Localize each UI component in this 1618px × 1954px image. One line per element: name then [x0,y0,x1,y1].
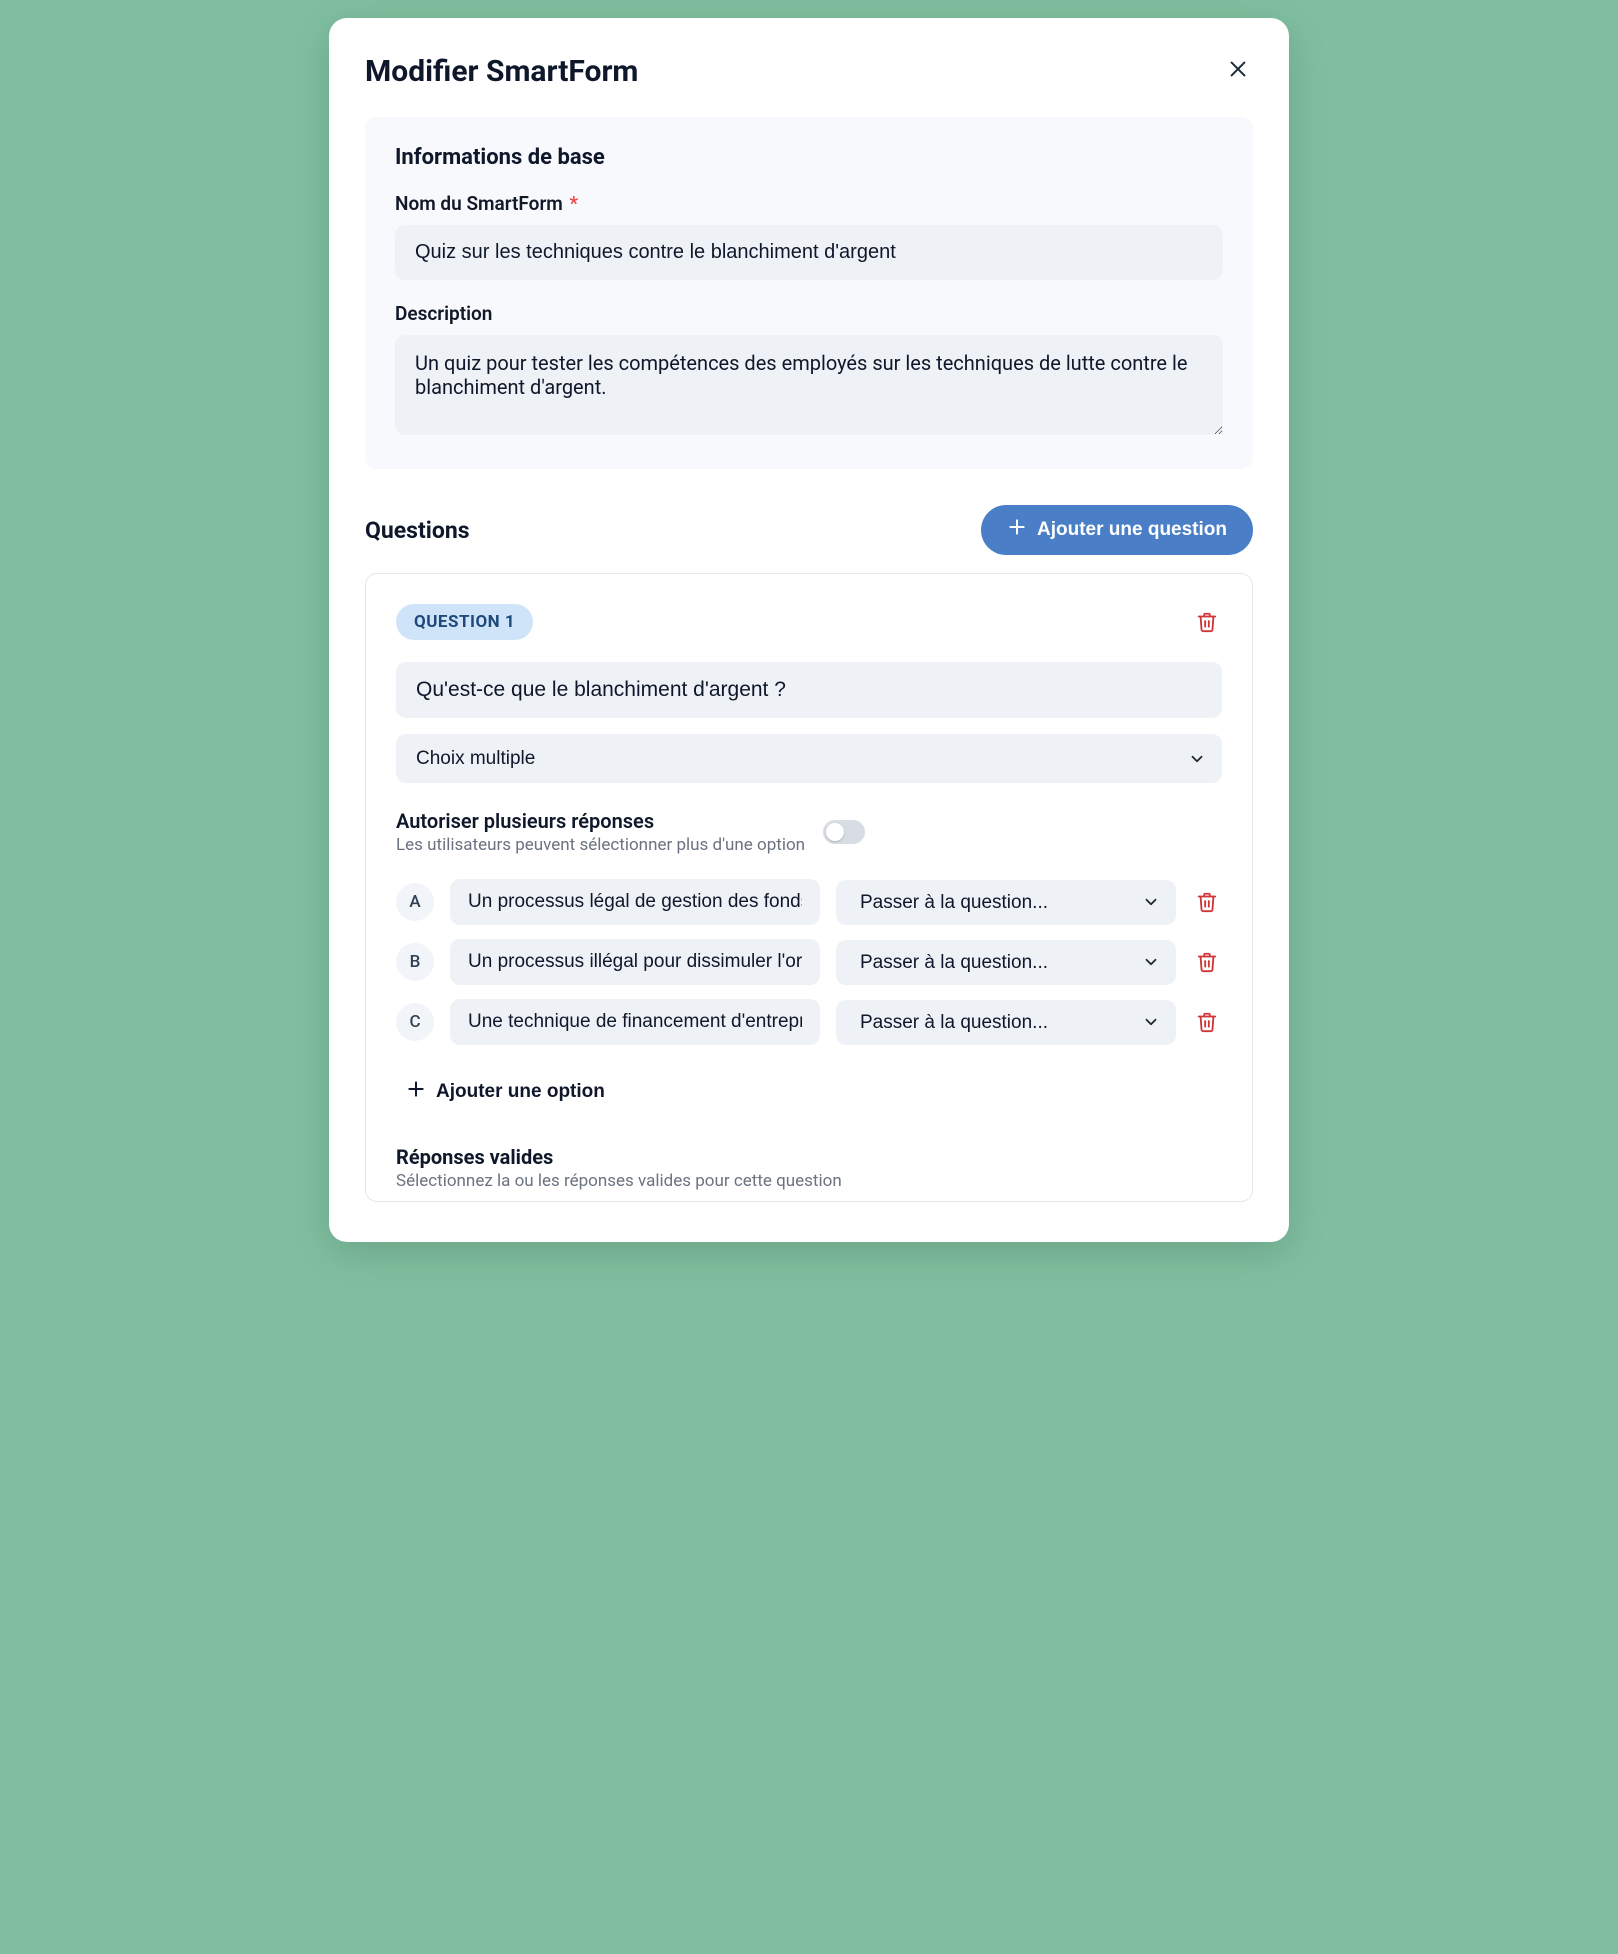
smartform-name-input[interactable] [395,225,1223,280]
add-option-button[interactable]: Ajouter une option [396,1065,615,1119]
option-skip-select[interactable]: Passer à la question... [836,880,1176,925]
option-letter: B [396,943,434,981]
add-question-button[interactable]: Ajouter une question [981,505,1253,555]
trash-icon [1196,1011,1218,1033]
add-option-label: Ajouter une option [436,1081,605,1103]
valid-answers-title: Réponses valides [396,1145,1222,1169]
smartform-description-input[interactable]: Un quiz pour tester les compétences des … [395,335,1223,435]
delete-question-button[interactable] [1192,607,1222,637]
valid-answers-subtitle: Sélectionnez la ou les réponses valides … [396,1171,1222,1191]
delete-option-button[interactable] [1192,887,1222,917]
toggle-knob [826,823,844,841]
plus-icon [1007,517,1027,543]
trash-icon [1196,951,1218,973]
add-question-label: Ajouter une question [1037,519,1227,541]
name-label: Nom du SmartForm * [395,192,1223,215]
question-badge: QUESTION 1 [396,604,533,640]
allow-multiple-subtitle: Les utilisateurs peuvent sélectionner pl… [396,835,805,855]
question-type-select[interactable]: Choix multiple [396,734,1222,783]
delete-option-button[interactable] [1192,1007,1222,1037]
basic-info-heading: Informations de base [395,145,1223,170]
close-icon [1227,58,1249,80]
modal-title: Modifier SmartForm [365,54,638,89]
trash-icon [1196,611,1218,633]
question-text-input[interactable] [396,662,1222,718]
question-card: QUESTION 1 Choix multiple Autoris [365,573,1253,1202]
allow-multiple-toggle[interactable] [823,820,865,844]
option-row: C Passer à la question... [396,999,1222,1045]
option-row: A Passer à la question... [396,879,1222,925]
option-skip-select[interactable]: Passer à la question... [836,1000,1176,1045]
option-text-input[interactable] [450,999,820,1045]
edit-smartform-modal: Modifier SmartForm Informations de base … [329,18,1289,1242]
option-letter: A [396,883,434,921]
close-button[interactable] [1223,54,1253,84]
plus-icon [406,1079,426,1105]
required-asterisk: * [565,192,578,215]
description-label: Description [395,302,1223,325]
option-skip-select[interactable]: Passer à la question... [836,940,1176,985]
questions-heading: Questions [365,517,470,544]
allow-multiple-title: Autoriser plusieurs réponses [396,809,805,833]
trash-icon [1196,891,1218,913]
delete-option-button[interactable] [1192,947,1222,977]
basic-info-section: Informations de base Nom du SmartForm * … [365,117,1253,469]
option-letter: C [396,1003,434,1041]
option-row: B Passer à la question... [396,939,1222,985]
option-text-input[interactable] [450,939,820,985]
option-text-input[interactable] [450,879,820,925]
